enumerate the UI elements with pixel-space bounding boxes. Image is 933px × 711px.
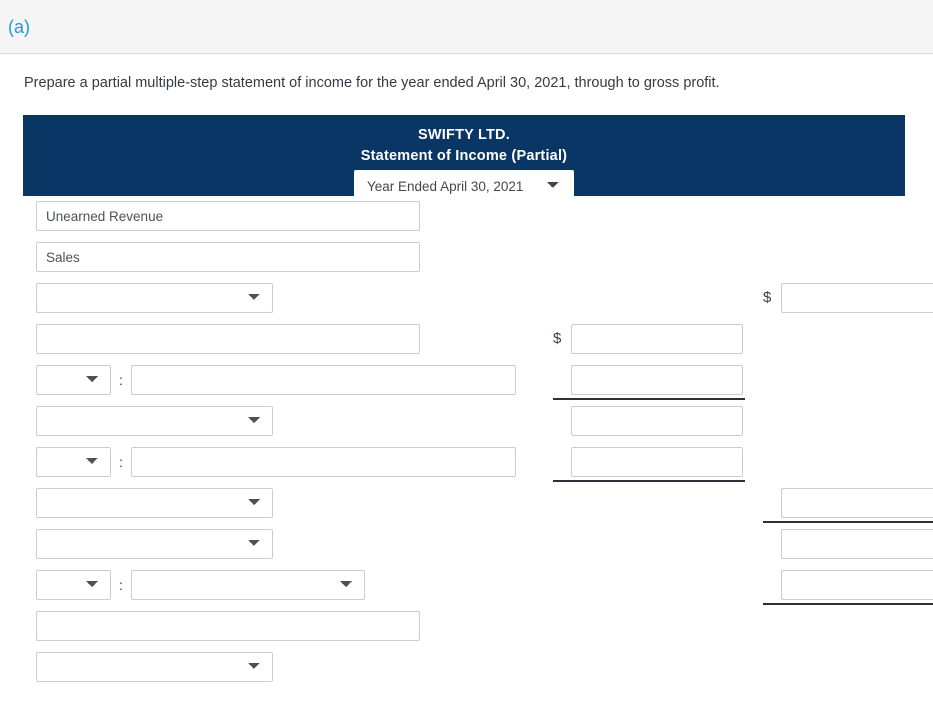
amount-right-7[interactable] (781, 488, 933, 518)
instruction-text: Prepare a partial multiple-step statemen… (24, 75, 720, 91)
row-0-left-cell (36, 201, 420, 231)
amount-right-7-group: $ (763, 488, 933, 518)
dollar-sign: $ (763, 570, 781, 600)
statement-header: SWIFTY LTD. Statement of Income (Partial… (23, 115, 905, 203)
dollar-sign: $ (553, 365, 571, 395)
part-label-link[interactable]: (a) (8, 18, 30, 36)
account-name-input-3[interactable] (36, 324, 420, 354)
row-2-right-cell: $ (763, 283, 933, 313)
statement-row: $ (23, 324, 905, 365)
dollar-sign: $ (553, 406, 571, 436)
statement-rows: $$:$$:$$$:$ (23, 196, 933, 693)
account-select-8[interactable] (36, 529, 273, 559)
subtotal-rule-middle-6 (553, 480, 745, 482)
colon-separator: : (119, 372, 123, 388)
row-5-middle-cell: $ (553, 406, 743, 436)
row-3-middle-cell: $ (553, 324, 743, 354)
subtotal-rule-right-7 (763, 521, 933, 523)
account-name-input-10[interactable] (36, 611, 420, 641)
statement-row: $ (23, 406, 905, 447)
amount-middle-6[interactable] (571, 447, 743, 477)
row-4-left-cell: : (36, 365, 516, 395)
row-9-right-cell: $ (763, 570, 933, 600)
account-select-11[interactable] (36, 652, 273, 682)
prefix-select-4[interactable] (36, 365, 111, 395)
account-select-2[interactable] (36, 283, 273, 313)
dollar-sign: $ (763, 289, 772, 306)
detail-input-6[interactable] (131, 447, 516, 477)
detail-input-4[interactable] (131, 365, 516, 395)
statement-row (23, 201, 905, 242)
statement-row: :$ (23, 570, 933, 611)
amount-middle-5-group: $ (553, 406, 743, 436)
statement-row: $ (23, 529, 933, 570)
colon-separator: : (119, 454, 123, 470)
statement-row: $ (23, 488, 933, 529)
subtotal-rule-right-9 (763, 603, 933, 605)
company-name: SWIFTY LTD. (418, 127, 510, 143)
amount-middle-3-group: $ (553, 324, 743, 354)
row-6-middle-cell: $ (553, 447, 743, 477)
detail-select-9[interactable] (131, 570, 365, 600)
row-6-left-cell: : (36, 447, 516, 477)
amount-right-9-group: $ (763, 570, 933, 600)
amount-middle-3[interactable] (571, 324, 743, 354)
part-label-band: (a) (0, 0, 933, 54)
row-3-left-cell (36, 324, 420, 354)
statement-row: :$ (23, 447, 905, 488)
amount-right-8-group: $ (763, 529, 933, 559)
amount-right-8[interactable] (781, 529, 933, 559)
row-1-left-cell (36, 242, 420, 272)
row-10-left-cell (36, 611, 420, 641)
statement-row (23, 611, 905, 652)
row-9-left-cell: : (36, 570, 365, 600)
row-2-left-cell (36, 283, 273, 313)
prefix-select-6[interactable] (36, 447, 111, 477)
account-name-input-0[interactable] (36, 201, 420, 231)
amount-right-9[interactable] (781, 570, 933, 600)
row-8-right-cell: $ (763, 529, 933, 559)
dollar-sign: $ (763, 529, 781, 559)
row-11-left-cell (36, 652, 273, 682)
account-select-5[interactable] (36, 406, 273, 436)
row-6-compound: : (36, 447, 516, 477)
prefix-select-9[interactable] (36, 570, 111, 600)
row-4-compound: : (36, 365, 516, 395)
row-7-left-cell (36, 488, 273, 518)
row-7-right-cell: $ (763, 488, 933, 518)
statement-row (23, 652, 905, 693)
statement-row: :$ (23, 365, 905, 406)
dollar-sign: $ (763, 488, 781, 518)
dollar-sign: $ (553, 330, 562, 347)
subtotal-rule-middle-4 (553, 398, 745, 400)
amount-middle-5[interactable] (571, 406, 743, 436)
account-name-input-1[interactable] (36, 242, 420, 272)
row-9-compound: : (36, 570, 365, 600)
account-select-7[interactable] (36, 488, 273, 518)
amount-middle-4[interactable] (571, 365, 743, 395)
amount-middle-4-group: $ (553, 365, 743, 395)
statement-of-income-form: SWIFTY LTD. Statement of Income (Partial… (23, 115, 933, 693)
row-5-left-cell (36, 406, 273, 436)
dollar-sign: $ (553, 447, 571, 477)
amount-right-2[interactable] (781, 283, 933, 313)
statement-title: Statement of Income (Partial) (360, 148, 568, 165)
colon-separator: : (119, 577, 123, 593)
row-8-left-cell (36, 529, 273, 559)
amount-right-2-group: $ (763, 283, 933, 313)
row-4-middle-cell: $ (553, 365, 743, 395)
statement-row: $ (23, 283, 933, 324)
amount-middle-6-group: $ (553, 447, 743, 477)
statement-row (23, 242, 905, 283)
